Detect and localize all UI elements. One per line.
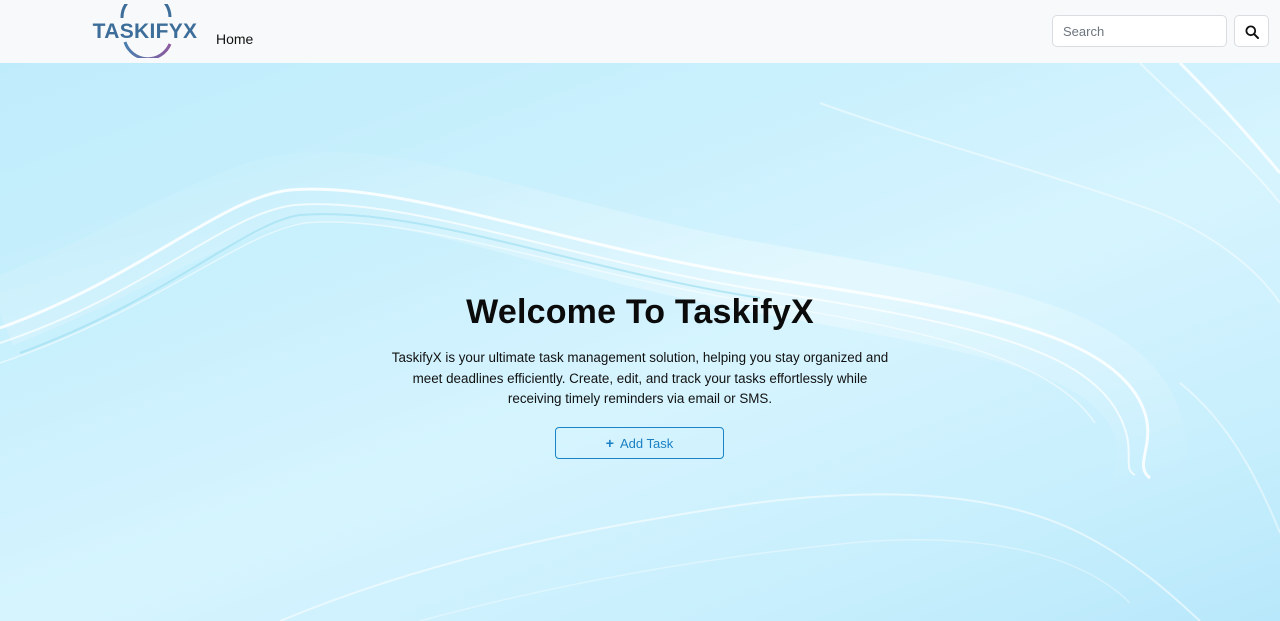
taskifyx-logo: TASKIFYX	[93, 4, 198, 58]
add-task-button[interactable]: + Add Task	[555, 427, 724, 459]
search-icon	[1245, 25, 1259, 39]
svg-text:TASKIFYX: TASKIFYX	[93, 20, 198, 43]
nav-link-home[interactable]: Home	[216, 31, 253, 47]
hero-section: Welcome To TaskifyX TaskifyX is your ult…	[0, 63, 1280, 621]
search-button[interactable]	[1234, 15, 1269, 47]
add-task-label: Add Task	[619, 436, 674, 451]
navbar: TASKIFYX Home	[0, 0, 1280, 63]
hero-title: Welcome To TaskifyX	[466, 293, 814, 331]
plus-icon: +	[605, 435, 614, 451]
hero-background	[0, 63, 1280, 621]
hero-description: TaskifyX is your ultimate task managemen…	[391, 350, 889, 406]
search-input[interactable]	[1052, 15, 1227, 47]
brand-logo[interactable]: TASKIFYX	[92, 4, 198, 58]
page: TASKIFYX Home Search Welcome To TaskifyX…	[0, 0, 1280, 621]
